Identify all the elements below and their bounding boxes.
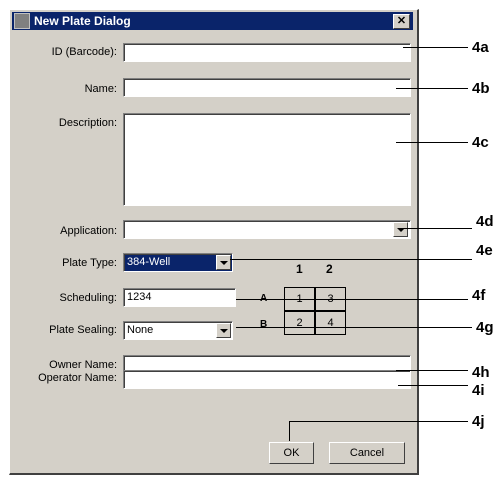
application-dropdown-arrow-icon[interactable] [393, 222, 408, 237]
callout-line [396, 142, 468, 143]
callout-label: 4a [472, 39, 489, 56]
plate-well: 2 [284, 311, 315, 335]
plate-type-label: Plate Type: [62, 257, 117, 269]
name-label: Name: [84, 83, 117, 95]
callout-label: 4i [472, 382, 485, 399]
new-plate-dialog: New Plate Dialog ✕ ID (Barcode): Name: D… [9, 9, 419, 475]
callout-label: 4h [472, 364, 490, 381]
id-barcode-field[interactable] [123, 43, 411, 62]
plate-column-header: 2 [326, 262, 333, 276]
callout-line [398, 385, 468, 386]
callout-line [396, 370, 468, 371]
callout-label: 4f [472, 287, 486, 304]
callout-label: 4d [476, 213, 494, 230]
scheduling-label: Scheduling: [59, 292, 118, 304]
plate-sealing-dropdown-arrow-icon[interactable] [216, 323, 231, 338]
description-field[interactable] [123, 113, 411, 206]
callout-line [230, 259, 472, 260]
scheduling-field[interactable]: 1234 [123, 288, 236, 307]
callout-line [289, 421, 468, 422]
id-label: ID (Barcode): [51, 46, 117, 58]
callout-line [403, 47, 468, 48]
name-field[interactable] [123, 78, 411, 97]
callout-line [396, 88, 468, 89]
callout-line [400, 228, 472, 229]
callout-line [236, 299, 468, 300]
callout-line [289, 421, 290, 441]
operator-name-field[interactable] [123, 370, 411, 389]
callout-label: 4e [476, 242, 493, 259]
plate-row-header: B [260, 319, 268, 330]
application-select[interactable] [123, 220, 411, 239]
plate-app-icon [14, 13, 30, 29]
callout-label: 4g [476, 319, 494, 336]
callout-label: 4b [472, 80, 490, 97]
plate-sealing-label: Plate Sealing: [49, 324, 117, 336]
application-label: Application: [60, 225, 117, 237]
callout-line [236, 327, 472, 328]
operator-name-label: Operator Name: [38, 372, 117, 384]
dialog-title: New Plate Dialog [34, 14, 131, 28]
plate-column-header: 1 [296, 262, 303, 276]
owner-name-label: Owner Name: [49, 359, 117, 371]
description-label: Description: [58, 117, 117, 129]
callout-label: 4c [472, 134, 489, 151]
plate-well: 4 [315, 311, 346, 335]
ok-button[interactable]: OK [269, 442, 314, 464]
cancel-button[interactable]: Cancel [329, 442, 405, 464]
plate-type-dropdown-arrow-icon[interactable] [216, 255, 231, 270]
callout-label: 4j [472, 413, 485, 430]
title-bar[interactable]: New Plate Dialog ✕ [12, 12, 413, 30]
close-icon[interactable]: ✕ [393, 14, 410, 29]
